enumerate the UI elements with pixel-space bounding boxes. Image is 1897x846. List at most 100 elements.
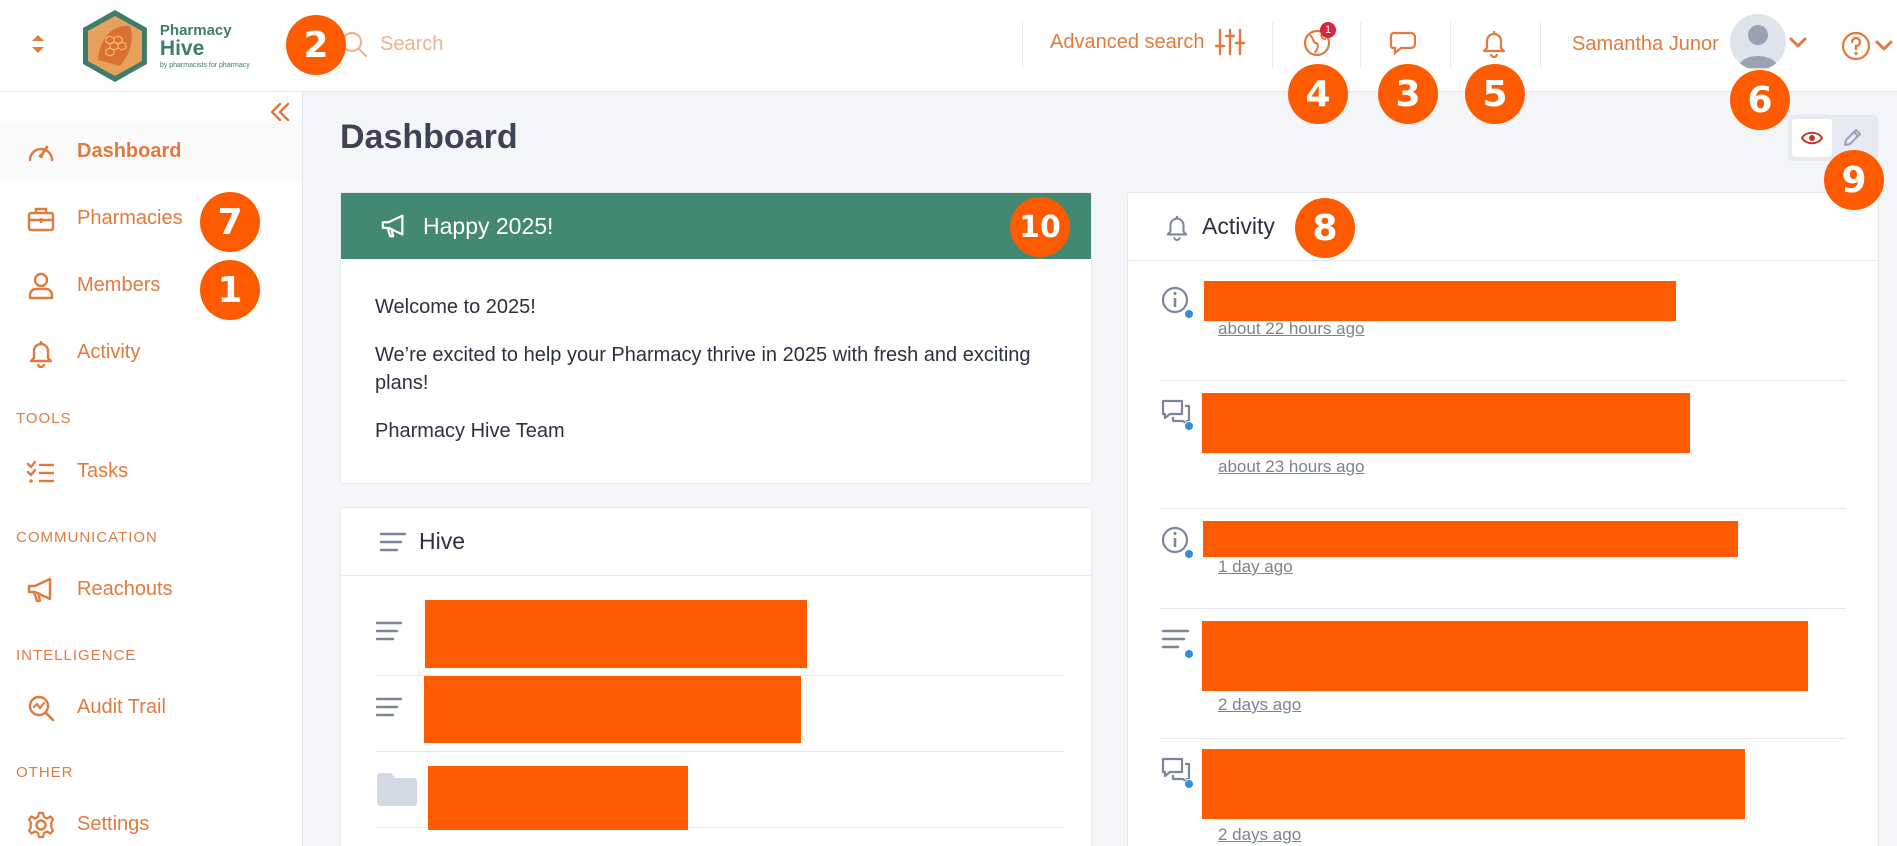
advanced-search-label: Advanced search <box>1050 30 1205 53</box>
chevron-down-icon[interactable] <box>1788 36 1808 50</box>
activity-timestamp[interactable]: about 22 hours ago <box>1218 319 1365 339</box>
annotation-marker-5: 5 <box>1465 64 1525 124</box>
sort-toggle-icon[interactable] <box>28 30 48 58</box>
activity-timestamp[interactable]: 2 days ago <box>1218 695 1301 715</box>
activity-item[interactable]: 1 day ago <box>1160 509 1846 609</box>
user-name[interactable]: Samantha Junor <box>1572 33 1719 56</box>
list-item[interactable] <box>375 676 1065 752</box>
list-item[interactable] <box>375 600 1065 676</box>
redacted-block <box>1202 621 1808 691</box>
eye-icon <box>1801 131 1823 145</box>
sidebar-item-reachouts[interactable]: Reachouts <box>0 559 302 619</box>
notifications-button[interactable] <box>1477 26 1511 60</box>
view-mode-button[interactable] <box>1792 119 1832 157</box>
briefcase-icon <box>26 204 56 234</box>
annotation-marker-2: 2 <box>286 15 346 75</box>
annotation-marker-9: 9 <box>1824 150 1884 210</box>
gear-icon <box>26 810 56 840</box>
redacted-block <box>424 676 801 743</box>
sidebar-item-settings[interactable]: Settings <box>0 794 302 846</box>
logo-text-bold: Hive <box>159 37 205 60</box>
sidebar-item-label: Audit Trail <box>77 696 166 718</box>
sliders-icon <box>1214 28 1245 56</box>
messages-button[interactable] <box>1388 26 1422 60</box>
sidebar-item-label: Members <box>77 274 161 296</box>
sidebar-item-activity[interactable]: Activity <box>0 322 302 382</box>
hexagon-logo-icon <box>82 10 147 82</box>
avatar[interactable] <box>1730 14 1786 70</box>
activity-timestamp[interactable]: 1 day ago <box>1218 557 1293 577</box>
activity-item[interactable]: about 23 hours ago <box>1160 381 1846 509</box>
bell-icon <box>26 338 56 368</box>
top-bar: Pharmacy Hive by pharmacists for pharmac… <box>0 0 1897 92</box>
bell-icon <box>1166 215 1188 241</box>
pencil-icon <box>1844 129 1861 146</box>
search-input[interactable] <box>380 32 880 56</box>
announcement-paragraph: Welcome to 2025! <box>375 296 536 318</box>
hive-header: Hive <box>341 508 1091 576</box>
chat-icon <box>1160 397 1194 431</box>
sidebar-item-label: Pharmacies <box>77 207 183 229</box>
redacted-block <box>1202 749 1745 819</box>
person-icon <box>26 271 56 301</box>
announcement-body: Welcome to 2025! We’re excited to help y… <box>375 293 1061 465</box>
annotation-marker-1: 1 <box>200 260 260 320</box>
magnify-chart-icon <box>26 693 56 723</box>
pharmacy-hive-logo[interactable]: Pharmacy Hive by pharmacists for pharmac… <box>80 6 280 86</box>
info-icon <box>1160 525 1194 559</box>
sidebar-item-label: Tasks <box>77 460 129 482</box>
sidebar-item-label: Dashboard <box>77 140 182 162</box>
bell-icon <box>1482 31 1506 58</box>
divider <box>1022 22 1023 68</box>
redacted-block <box>1204 281 1676 321</box>
annotation-marker-3: 3 <box>1378 64 1438 124</box>
divider <box>1360 22 1361 68</box>
unread-dot <box>1184 549 1194 559</box>
user-avatar-icon <box>1738 25 1778 68</box>
logo-tagline: by pharmacists for pharmacy <box>159 62 250 69</box>
list-icon <box>1160 625 1194 659</box>
sidebar: Dashboard Pharmacies Members Activity TO… <box>0 92 303 846</box>
activity-timestamp[interactable]: 2 days ago <box>1218 825 1301 845</box>
section-heading-intelligence: INTELLIGENCE <box>16 647 137 664</box>
unread-dot <box>1184 421 1194 431</box>
activity-item[interactable]: about 22 hours ago <box>1160 281 1846 381</box>
sidebar-item-label: Reachouts <box>77 578 173 600</box>
question-circle-icon <box>1841 31 1871 61</box>
notification-badge: 1 <box>1320 22 1336 38</box>
divider <box>1272 22 1273 68</box>
megaphone-icon <box>381 214 404 238</box>
activity-item[interactable]: 2 days ago <box>1160 609 1846 739</box>
annotation-marker-8: 8 <box>1295 198 1355 258</box>
announcement-title: Happy 2025! <box>423 212 554 239</box>
list-icon <box>375 697 403 717</box>
globe-button[interactable]: 1 <box>1300 22 1336 60</box>
list-icon <box>375 621 403 641</box>
redacted-block <box>1202 393 1690 453</box>
activity-title: Activity <box>1202 213 1275 239</box>
sidebar-item-audit-trail[interactable]: Audit Trail <box>0 677 302 737</box>
activity-timestamp[interactable]: about 23 hours ago <box>1218 457 1365 477</box>
divider <box>1450 22 1451 68</box>
unread-dot <box>1184 309 1194 319</box>
sidebar-item-tasks[interactable]: Tasks <box>0 441 302 501</box>
hive-card: Hive <box>340 507 1092 846</box>
info-icon <box>1160 285 1194 319</box>
megaphone-icon <box>26 575 56 605</box>
sidebar-item-dashboard[interactable]: Dashboard <box>0 121 302 181</box>
chat-bubbles-icon <box>1389 31 1417 56</box>
help-button[interactable] <box>1840 30 1894 62</box>
gauge-icon <box>26 137 56 167</box>
activity-item[interactable]: 2 days ago <box>1160 739 1846 846</box>
redacted-block <box>1203 521 1738 557</box>
annotation-marker-6: 6 <box>1730 70 1790 130</box>
list-item[interactable] <box>375 752 1065 830</box>
hive-title: Hive <box>419 528 466 554</box>
annotation-marker-10: 10 <box>1010 197 1070 257</box>
activity-card: Activity about 22 hours ago about 23 hou… <box>1127 192 1879 846</box>
redacted-block <box>428 766 688 830</box>
checklist-icon <box>26 457 56 487</box>
advanced-search-button[interactable]: Advanced search <box>1050 28 1245 56</box>
search-bar[interactable] <box>340 24 1000 64</box>
chevron-down-icon <box>1875 40 1893 51</box>
